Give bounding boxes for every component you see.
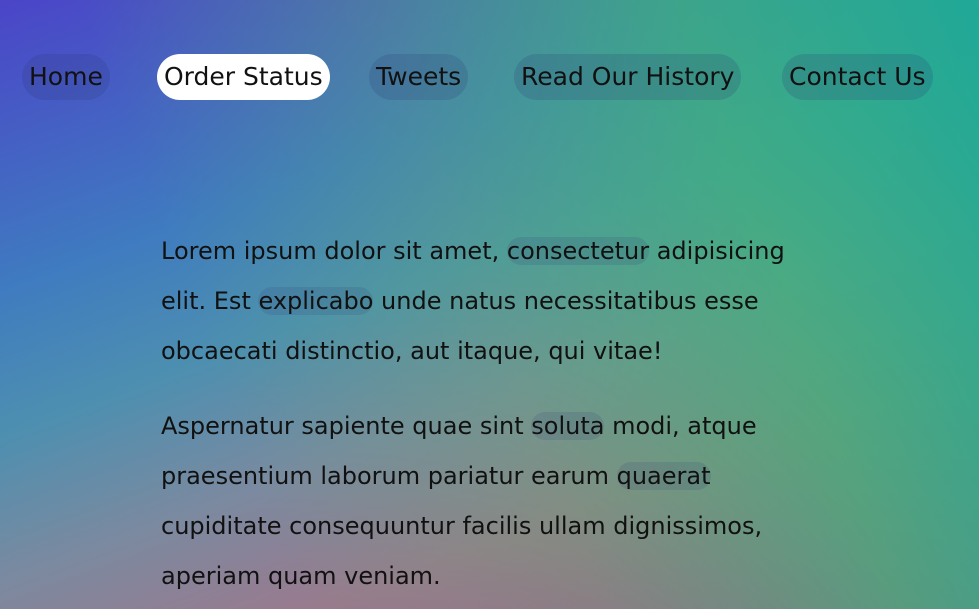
paragraph-1: Lorem ipsum dolor sit amet, consectetur … xyxy=(161,226,801,376)
nav-home[interactable]: Home xyxy=(22,54,110,100)
nav-contact-us[interactable]: Contact Us xyxy=(782,54,933,100)
nav-read-our-history[interactable]: Read Our History xyxy=(514,54,742,100)
paragraph-1-text-a: Lorem ipsum dolor sit amet, xyxy=(161,237,507,265)
nav-order-status[interactable]: Order Status xyxy=(157,54,330,100)
paragraph-2-text-e: cupiditate consequuntur facilis ullam di… xyxy=(161,512,763,590)
highlight-soluta: soluta xyxy=(531,412,605,440)
paragraph-2-text-a: Aspernatur sapiente quae sint xyxy=(161,412,532,440)
main-content: Lorem ipsum dolor sit amet, consectetur … xyxy=(161,226,801,609)
nav-tweets[interactable]: Tweets xyxy=(369,54,469,100)
highlight-explicabo: explicabo xyxy=(258,287,374,315)
paragraph-2: Aspernatur sapiente quae sint soluta mod… xyxy=(161,401,801,601)
highlight-quaerat: quaerat xyxy=(616,462,711,490)
top-navigation: Home Order Status Tweets Read Our Histor… xyxy=(0,54,979,100)
highlight-consectetur: consectetur xyxy=(506,237,650,265)
